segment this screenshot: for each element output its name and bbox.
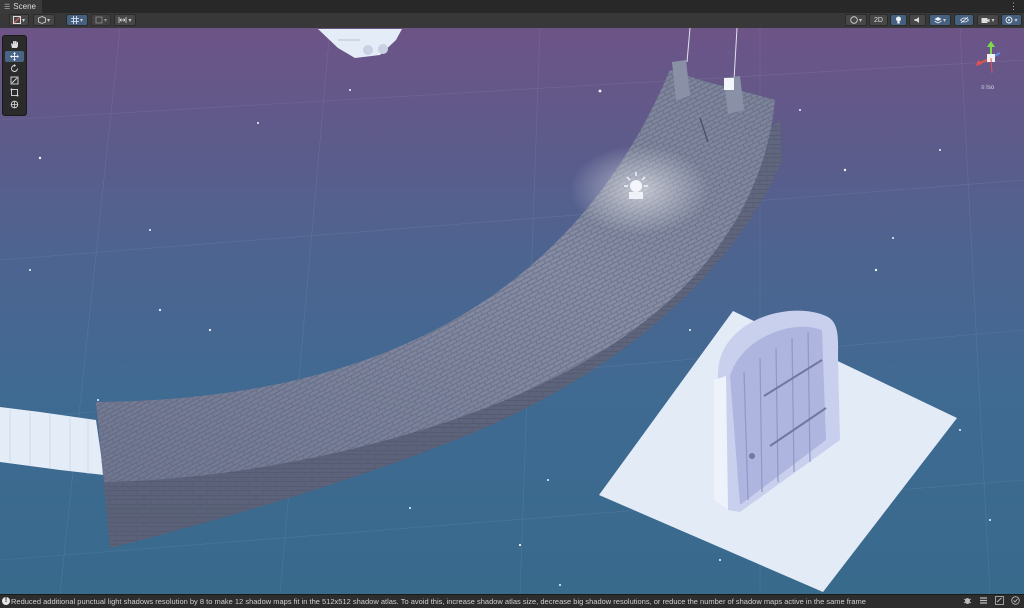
scene-lighting-toggle[interactable] xyxy=(890,14,907,26)
draw-mode-dropdown[interactable]: ▾ xyxy=(9,14,29,26)
scene-viewport[interactable]: ≡ Iso xyxy=(0,28,1024,594)
move-arrows-icon xyxy=(10,52,19,61)
tab-scene[interactable]: ☰ Scene xyxy=(0,0,42,13)
floating-stone-object xyxy=(318,29,402,58)
projection-label[interactable]: ≡ Iso xyxy=(981,85,994,91)
eye-hidden-icon xyxy=(959,16,969,24)
hand-icon xyxy=(11,41,18,48)
2d-toggle-button[interactable]: 2D xyxy=(869,14,888,26)
rect-transform-icon xyxy=(10,88,19,97)
shortcut-icon[interactable] xyxy=(995,596,1004,605)
scene-window-titlebar: ☰ Scene ⋮ xyxy=(0,0,1024,14)
lighting-dropdown[interactable]: ▾ xyxy=(845,14,867,26)
orientation-gizmo[interactable] xyxy=(976,41,1006,75)
effects-dropdown[interactable]: ▾ xyxy=(929,14,951,26)
snow-path-left xyxy=(0,407,104,475)
move-tool[interactable] xyxy=(5,51,24,62)
increment-snap-icon xyxy=(119,17,127,23)
bug-icon[interactable] xyxy=(963,596,972,605)
render-mode-dropdown[interactable]: ▾ xyxy=(33,14,55,26)
light-bulb-icon xyxy=(896,16,901,24)
increment-snap-dropdown[interactable]: ▾ xyxy=(114,14,136,26)
gizmos-dropdown[interactable]: ▾ xyxy=(1001,14,1022,26)
scene-toolbar: ▾ ▾ ▾ ▾ ▾ ▾ 2D ▾ ▾ ▾ xyxy=(0,13,1024,29)
door-on-plane xyxy=(599,310,957,592)
status-bar: ! Reduced additional punctual light shad… xyxy=(0,594,1024,608)
snap-icon xyxy=(95,16,103,24)
scene-render xyxy=(0,28,1024,594)
rope-lines xyxy=(686,28,738,81)
2d-toggle-label: 2D xyxy=(874,16,883,24)
scene-tab-icon: ☰ xyxy=(4,3,11,11)
speaker-icon xyxy=(914,17,919,23)
view-tool[interactable] xyxy=(5,39,24,50)
stack-icon[interactable] xyxy=(979,596,988,605)
audio-toggle[interactable] xyxy=(909,14,926,26)
transform-tool[interactable] xyxy=(5,99,24,110)
grid-icon xyxy=(70,16,79,24)
rotate-tool[interactable] xyxy=(5,63,24,74)
info-icon: ! xyxy=(2,597,10,605)
check-circle-icon[interactable] xyxy=(1011,596,1020,605)
scale-icon xyxy=(10,76,19,85)
status-message[interactable]: Reduced additional punctual light shadow… xyxy=(11,597,866,606)
tools-overlay xyxy=(2,35,27,116)
rect-tool[interactable] xyxy=(5,87,24,98)
scene-visibility-toggle[interactable] xyxy=(954,14,974,26)
sphere-icon xyxy=(850,16,858,24)
snap-dropdown[interactable]: ▾ xyxy=(91,14,111,26)
effects-layers-icon xyxy=(934,17,942,24)
camera-icon xyxy=(981,17,990,23)
transform-icon xyxy=(10,100,19,109)
scale-tool[interactable] xyxy=(5,75,24,86)
shaded-icon xyxy=(12,16,21,24)
rotate-icon xyxy=(11,64,18,72)
cube-icon xyxy=(38,16,46,24)
grid-toggle-dropdown[interactable]: ▾ xyxy=(66,14,88,26)
camera-settings-dropdown[interactable]: ▾ xyxy=(977,14,999,26)
window-menu-icon[interactable]: ⋮ xyxy=(1009,1,1018,12)
scene-tab-label: Scene xyxy=(13,2,36,11)
gizmos-icon xyxy=(1006,16,1013,24)
